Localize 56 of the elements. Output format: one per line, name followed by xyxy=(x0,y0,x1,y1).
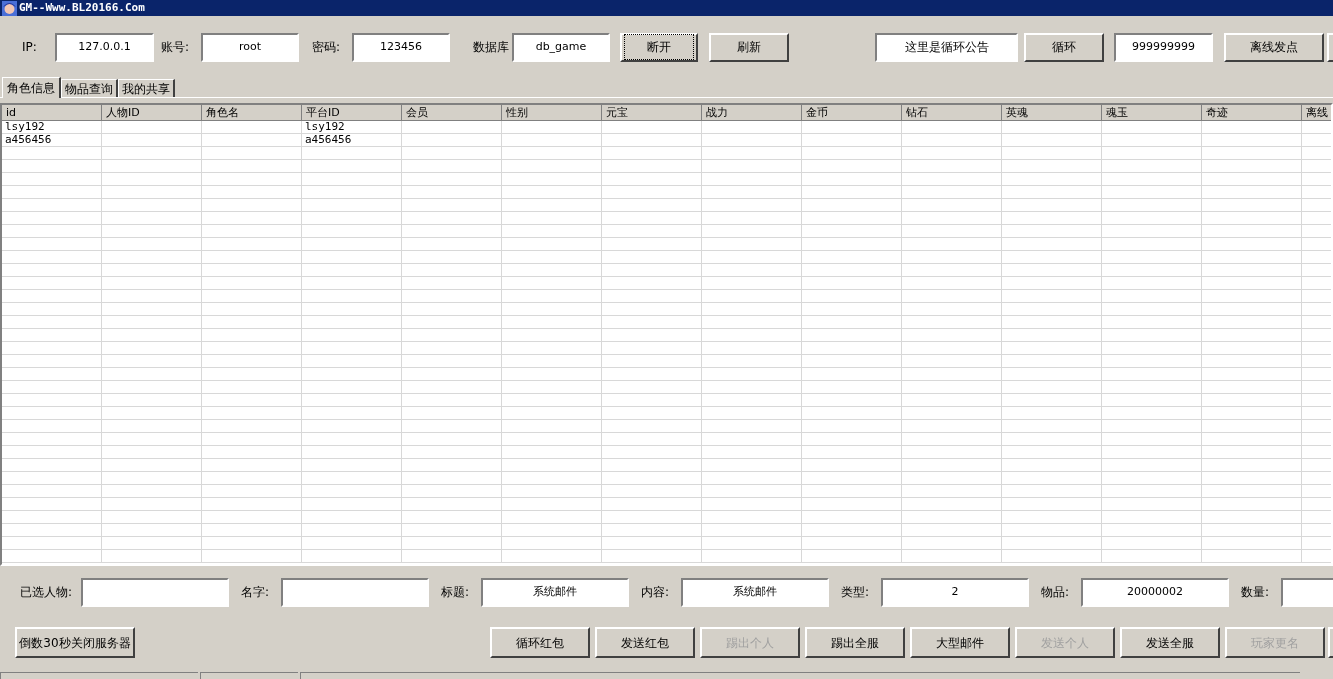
refresh-button[interactable]: 刷新 xyxy=(709,32,789,62)
text-field[interactable]: db_game xyxy=(512,32,610,62)
field-label: 类型: xyxy=(840,584,871,601)
text-field[interactable]: root xyxy=(201,32,299,62)
column-header[interactable]: 离线 xyxy=(1302,105,1331,121)
table-cell: lsy192 xyxy=(302,121,402,133)
loop-count-field[interactable]: 999999999 xyxy=(1114,32,1213,62)
column-header[interactable]: 魂玉 xyxy=(1102,105,1202,121)
field-label: 密码: xyxy=(311,39,342,56)
notice-field[interactable]: 这里是循环公告 xyxy=(875,32,1018,62)
column-header[interactable]: 金币 xyxy=(802,105,902,121)
column-header[interactable]: 会员 xyxy=(402,105,502,121)
table-cell: a456456 xyxy=(2,134,102,146)
column-header[interactable]: id xyxy=(2,105,102,121)
table-cell: lsy192 xyxy=(2,121,102,133)
text-field[interactable]: 系统邮件 xyxy=(481,577,629,607)
field-label: 数量: xyxy=(1240,584,1271,601)
field-label: 物品: xyxy=(1040,584,1071,601)
text-field[interactable]: 123456 xyxy=(352,32,450,62)
column-header[interactable]: 英魂 xyxy=(1002,105,1102,121)
column-header[interactable]: 平台ID xyxy=(302,105,402,121)
text-field[interactable] xyxy=(281,577,429,607)
field-label: 标题: xyxy=(440,584,471,601)
tab[interactable]: 物品查询 xyxy=(61,79,118,97)
action-button[interactable]: 发送红包 xyxy=(595,627,695,658)
action-button[interactable]: 发送全服 xyxy=(1120,627,1220,658)
shutdown-button[interactable]: 倒数30秒关闭服务器 xyxy=(15,627,135,658)
disconnect-button[interactable]: 断开 xyxy=(620,32,698,62)
action-button[interactable]: 循环红包 xyxy=(490,627,590,658)
window-title: GM--Www.BL20166.Com xyxy=(19,0,145,16)
column-header[interactable]: 战力 xyxy=(702,105,802,121)
app-icon xyxy=(2,0,17,16)
text-field[interactable]: 系统邮件 xyxy=(681,577,829,607)
column-header[interactable]: 性别 xyxy=(502,105,602,121)
loop-button[interactable]: 循环 xyxy=(1024,32,1104,62)
tab[interactable]: 我的共享 xyxy=(118,79,175,97)
tab[interactable]: 角色信息 xyxy=(2,77,61,98)
text-field[interactable]: 2 xyxy=(881,577,1029,607)
column-header[interactable]: 元宝 xyxy=(602,105,702,121)
field-label: 已选人物: xyxy=(19,584,74,601)
field-label: 账号: xyxy=(160,39,191,56)
text-field[interactable]: 127.0.0.1 xyxy=(55,32,154,62)
action-button[interactable]: 踢出全服 xyxy=(805,627,905,658)
offline-points-button[interactable]: 离线发点 xyxy=(1224,32,1324,62)
field-label: IP: xyxy=(21,39,38,56)
column-header[interactable]: 角色名 xyxy=(202,105,302,121)
text-field[interactable]: 20000002 xyxy=(1081,577,1229,607)
column-header[interactable]: 奇迹 xyxy=(1202,105,1302,121)
column-header[interactable]: 钻石 xyxy=(902,105,1002,121)
table-cell: a456456 xyxy=(302,134,402,146)
text-field[interactable] xyxy=(81,577,229,607)
action-button[interactable]: 大型邮件 xyxy=(910,627,1010,658)
field-label: 内容: xyxy=(640,584,671,601)
field-label: 名字: xyxy=(240,584,271,601)
field-label: 数据库 xyxy=(472,39,510,56)
column-header[interactable]: 人物ID xyxy=(102,105,202,121)
